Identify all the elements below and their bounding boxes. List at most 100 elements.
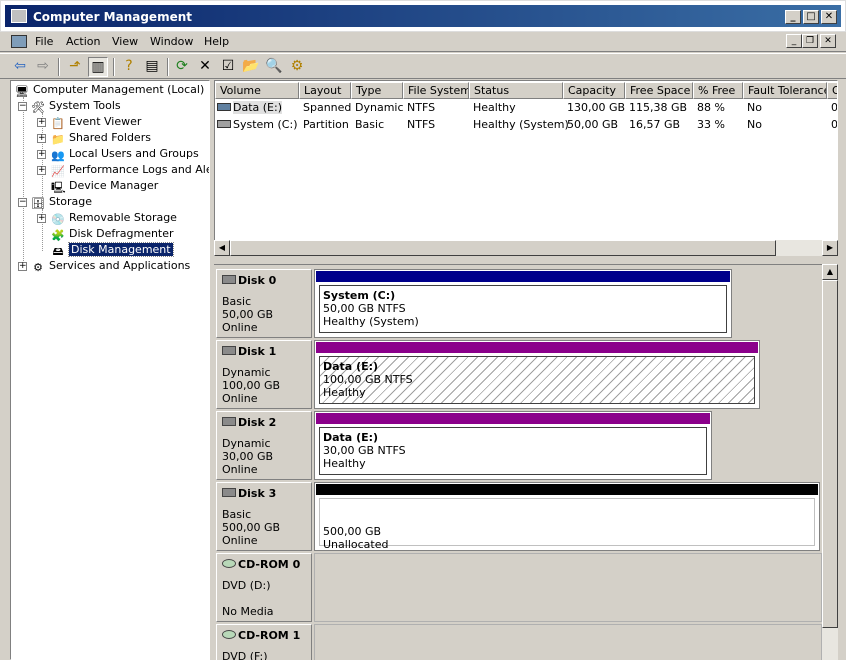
tree-item-local-users[interactable]: 👥 Local Users and Groups [51, 146, 199, 162]
partition-title: Data (E:) [323, 431, 379, 444]
column-header-volume[interactable]: Volume [215, 82, 299, 99]
window-title: Computer Management [33, 10, 192, 24]
hscroll-thumb[interactable] [230, 240, 776, 256]
menu-action[interactable]: Action [66, 35, 100, 48]
disk-2-label[interactable]: Disk 2 Dynamic 30,00 GB Online [216, 411, 312, 480]
partition-block[interactable]: Data (E:) 100,00 GB NTFS Healthy [319, 356, 755, 404]
horizontal-splitter[interactable] [214, 256, 838, 264]
search-icon[interactable]: 🔍 [264, 57, 284, 77]
cdrom-icon [222, 559, 236, 568]
tree-guide [23, 97, 24, 267]
checkbox-list-icon[interactable]: ☑ [218, 57, 238, 77]
maximize-button[interactable]: □ [803, 10, 819, 24]
column-header-fault-tolerance[interactable]: Fault Tolerance [743, 82, 827, 99]
open-folder-icon[interactable]: 📂 [241, 57, 261, 77]
expand-local-users[interactable]: + [37, 150, 46, 159]
show-hide-tree-icon[interactable]: ▥ [88, 57, 108, 77]
refresh-icon[interactable]: ⟳ [172, 57, 192, 77]
disk-status: Online [222, 321, 258, 334]
expand-shared-folders[interactable]: + [37, 134, 46, 143]
settings-icon[interactable]: ⚙ [287, 57, 307, 77]
scroll-up-icon[interactable]: ▲ [822, 264, 838, 280]
column-header-overhead[interactable]: O [827, 82, 837, 99]
menu-view[interactable]: View [112, 35, 138, 48]
table-row[interactable]: System (C:) Partition Basic NTFS Healthy… [215, 117, 837, 133]
type-cell: Basic [355, 118, 385, 131]
vscroll-thumb[interactable] [822, 280, 838, 628]
column-header-type[interactable]: Type [351, 82, 403, 99]
cdrom-media: No Media [222, 605, 274, 618]
properties-icon[interactable]: ? [119, 57, 139, 77]
layout-cell: Spanned [303, 101, 352, 114]
menu-file[interactable]: File [35, 35, 53, 48]
disk-2-partition[interactable]: Data (E:) 30,00 GB NTFS Healthy [314, 411, 712, 480]
tree-item-computer-management[interactable]: 🖥 Computer Management (Local) [15, 82, 204, 98]
child-minimize-button[interactable]: _ [786, 34, 802, 48]
disk-status: Online [222, 463, 258, 476]
disk-map-vscrollbar[interactable]: ▲ [822, 264, 838, 660]
status-cell: Healthy (System) [473, 118, 569, 131]
tree-item-disk-management[interactable]: 🖴 Disk Management [51, 242, 174, 258]
cdrom-1-label[interactable]: CD-ROM 1 DVD (F:) [216, 624, 312, 660]
up-one-level-icon[interactable]: ⬏ [65, 57, 85, 77]
volume-icon [217, 120, 231, 128]
disk-3-partition[interactable]: 500,00 GB Unallocated [314, 482, 820, 551]
cdrom-1-area [314, 624, 822, 660]
disk-1-partition[interactable]: Data (E:) 100,00 GB NTFS Healthy [314, 340, 760, 409]
collapse-storage[interactable]: − [18, 198, 27, 207]
tree-item-system-tools[interactable]: 🛠 System Tools [31, 98, 121, 114]
column-header-layout[interactable]: Layout [299, 82, 351, 99]
tree-item-performance-logs[interactable]: 📈Performance Logs and Alerts [51, 162, 209, 178]
expand-removable-storage[interactable]: + [37, 214, 46, 223]
type-cell: Dynamic [355, 101, 404, 114]
partition-status: Healthy [323, 457, 366, 470]
close-button[interactable]: ✕ [821, 10, 837, 24]
expand-services[interactable]: + [18, 262, 27, 271]
delete-icon[interactable]: ✕ [195, 57, 215, 77]
scroll-left-icon[interactable]: ◀ [214, 240, 230, 256]
disk-0-label[interactable]: Disk 0 Basic 50,00 GB Online [216, 269, 312, 338]
partition-block[interactable]: System (C:) 50,00 GB NTFS Healthy (Syste… [319, 285, 727, 333]
disk-3-label[interactable]: Disk 3 Basic 500,00 GB Online [216, 482, 312, 551]
column-header-percent-free[interactable]: % Free [693, 82, 743, 99]
tree-item-storage[interactable]: 🗄 Storage [31, 194, 92, 210]
volume-list: Volume Layout Type File System Status Ca… [214, 80, 838, 256]
forward-icon[interactable]: ⇨ [33, 57, 53, 77]
tree-item-event-viewer[interactable]: 📋 Event Viewer [51, 114, 141, 130]
mmc-document-icon[interactable] [11, 35, 27, 48]
partition-block[interactable]: Data (E:) 30,00 GB NTFS Healthy [319, 427, 707, 475]
child-close-button[interactable]: ✕ [820, 34, 836, 48]
title-bar-background: Computer Management _ □ ✕ [5, 5, 841, 27]
disk-1-label[interactable]: Disk 1 Dynamic 100,00 GB Online [216, 340, 312, 409]
help-pane-icon[interactable]: ▤ [142, 57, 162, 77]
partition-title: Data (E:) [323, 360, 379, 373]
expand-event-viewer[interactable]: + [37, 118, 46, 127]
partition-stripe [316, 413, 710, 424]
menu-window[interactable]: Window [150, 35, 193, 48]
disk-0-partition[interactable]: System (C:) 50,00 GB NTFS Healthy (Syste… [314, 269, 732, 338]
scroll-right-icon[interactable]: ▶ [822, 240, 838, 256]
tree-item-removable-storage[interactable]: 💿 Removable Storage [51, 210, 177, 226]
tree-item-shared-folders[interactable]: 📁 Shared Folders [51, 130, 151, 146]
tree-item-device-manager[interactable]: 🖳 Device Manager [51, 178, 158, 194]
cdrom-name: CD-ROM 0 [222, 558, 300, 571]
volume-cell: Data (E:) [217, 100, 299, 116]
column-header-free-space[interactable]: Free Space [625, 82, 693, 99]
column-header-capacity[interactable]: Capacity [563, 82, 625, 99]
back-icon[interactable]: ⇦ [10, 57, 30, 77]
collapse-system-tools[interactable]: − [18, 102, 27, 111]
menu-help[interactable]: Help [204, 35, 229, 48]
child-restore-button[interactable]: ❐ [802, 34, 818, 48]
cdrom-0-label[interactable]: CD-ROM 0 DVD (D:) No Media [216, 553, 312, 622]
file-system-cell: NTFS [407, 101, 436, 114]
minimize-button[interactable]: _ [785, 10, 801, 24]
column-header-file-system[interactable]: File System [403, 82, 469, 99]
tree-item-disk-defragmenter[interactable]: 🧩 Disk Defragmenter [51, 226, 173, 242]
column-header-status[interactable]: Status [469, 82, 563, 99]
table-row[interactable]: Data (E:) Spanned Dynamic NTFS Healthy 1… [215, 100, 837, 116]
tree-item-services-applications[interactable]: ⚙ Services and Applications [31, 258, 190, 274]
volume-list-hscrollbar[interactable]: ◀ ▶ [214, 240, 838, 256]
expand-performance-logs[interactable]: + [37, 166, 46, 175]
partition-stripe [316, 271, 730, 282]
partition-block[interactable]: 500,00 GB Unallocated [319, 498, 815, 551]
